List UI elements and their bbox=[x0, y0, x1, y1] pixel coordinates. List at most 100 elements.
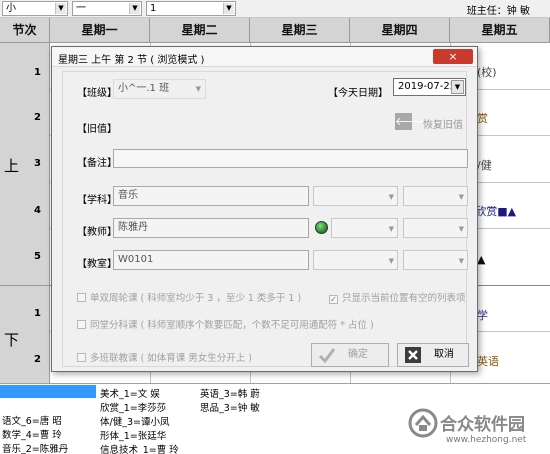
room-label: 【教室】 bbox=[77, 259, 117, 270]
arrow-left-icon: 🡐 bbox=[395, 113, 425, 130]
remark-label: 【备注】 bbox=[77, 158, 117, 169]
chevron-down-icon: ▼ bbox=[451, 80, 464, 94]
cancel-x-icon bbox=[405, 347, 421, 363]
checkmark-icon bbox=[318, 348, 336, 364]
room-field[interactable]: W0101 bbox=[113, 250, 309, 270]
period-number: 4 bbox=[34, 205, 41, 216]
cancel-button[interactable]: 取消 bbox=[397, 343, 469, 367]
checkbox-box bbox=[77, 320, 86, 329]
close-icon: × bbox=[448, 50, 458, 63]
dialog-title: 星期三 上午 第 2 节 ( 浏览模式 ) bbox=[58, 55, 205, 66]
chevron-down-icon: ▼ bbox=[388, 257, 394, 265]
period-number: 2 bbox=[34, 354, 41, 365]
legend-item[interactable]: 形体_1=张廷华 bbox=[100, 428, 166, 442]
same-class-split-checkbox[interactable]: 同堂分科课 ( 科师室顺序个数要匹配，个数不足可用通配符 * 占位 ) bbox=[77, 317, 374, 331]
head-teacher-label: 班主任：钟 敏 bbox=[466, 6, 530, 17]
multi-class-label: 多班联教课 ( 如体育课 男女生分开上 ) bbox=[90, 353, 252, 364]
checkbox-box bbox=[77, 353, 86, 362]
teacher-value: 陈雅丹 bbox=[118, 222, 148, 233]
grade-combo[interactable]: 一 ▼ bbox=[72, 1, 142, 16]
top-toolbar: 小 ▼ 一 ▼ 1 ▼ 班主任：钟 敏 bbox=[0, 0, 550, 18]
period-number: 1 bbox=[34, 308, 41, 319]
subject-field[interactable]: 音乐 bbox=[113, 186, 309, 206]
teacher-label: 【教师】 bbox=[77, 227, 117, 238]
legend-item[interactable]: 语文_6=唐 昭 bbox=[2, 413, 62, 427]
chevron-down-icon: ▼ bbox=[388, 225, 394, 233]
single-double-week-label: 单双周轮课 ( 科师室均少于 3 ，至少 1 类多于 1 ) bbox=[90, 293, 302, 304]
date-picker[interactable]: 2019-07-25 ▼ bbox=[393, 78, 466, 96]
teacher-field[interactable]: 陈雅丹 bbox=[113, 218, 309, 238]
period-number: 5 bbox=[34, 251, 41, 262]
show-empty-only-label: 只显示当前位置有空的列表项 bbox=[342, 293, 466, 304]
size-combo-value: 小 bbox=[6, 3, 16, 14]
confirm-label: 确定 bbox=[348, 349, 368, 360]
cancel-label: 取消 bbox=[434, 349, 454, 360]
teacher-dropdown-b[interactable]: ▼ bbox=[403, 218, 468, 238]
class-field-value: 小^一.1 班 bbox=[118, 83, 170, 94]
class-field[interactable]: 小^一.1 班 ▼ bbox=[113, 79, 206, 99]
chevron-down-icon: ▼ bbox=[55, 3, 66, 14]
watermark-url: www.hezhong.net bbox=[446, 435, 527, 445]
class-combo[interactable]: 1 ▼ bbox=[146, 1, 236, 16]
room-dropdown-a[interactable]: ▼ bbox=[313, 250, 398, 270]
period-number: 1 bbox=[34, 67, 41, 78]
same-class-split-label: 同堂分科课 ( 科师室顺序个数要匹配，个数不足可用通配符 * 占位 ) bbox=[90, 320, 374, 331]
subject-dropdown-a[interactable]: ▼ bbox=[313, 186, 398, 206]
period-column: 上 下 1 2 3 4 5 1 2 bbox=[0, 43, 50, 383]
afternoon-label: 下 bbox=[4, 331, 20, 349]
room-dropdown-b[interactable]: ▼ bbox=[403, 250, 468, 270]
header-monday: 星期一 bbox=[50, 18, 150, 43]
class-combo-value: 1 bbox=[150, 3, 157, 14]
header-friday: 星期五 bbox=[450, 18, 550, 43]
legend-selection[interactable] bbox=[0, 385, 96, 398]
size-combo[interactable]: 小 ▼ bbox=[2, 1, 68, 16]
period-number: 3 bbox=[34, 158, 41, 169]
chevron-down-icon: ▼ bbox=[458, 257, 464, 265]
legend-item[interactable]: 思品_3=钟 敏 bbox=[200, 400, 260, 414]
chevron-down-icon: ▼ bbox=[223, 3, 234, 14]
room-value: W0101 bbox=[118, 254, 154, 265]
legend-item[interactable]: 美术_1=文 娱 bbox=[100, 386, 160, 400]
app-window: 小 ▼ 一 ▼ 1 ▼ 班主任：钟 敏 节次 星期一 星期二 星期三 星期四 星… bbox=[0, 0, 550, 454]
legend-item[interactable]: 信息技术_1=曹 玲 bbox=[100, 442, 179, 454]
morning-label: 上 bbox=[4, 157, 20, 175]
date-value: 2019-07-25 bbox=[398, 81, 457, 92]
legend-item[interactable]: 音乐_2=陈雅丹 bbox=[2, 441, 68, 454]
legend-item[interactable]: 体/健_3=谭小凤 bbox=[100, 414, 169, 428]
dialog-titlebar[interactable]: 星期三 上午 第 2 节 ( 浏览模式 ) × bbox=[52, 47, 477, 67]
subject-value: 音乐 bbox=[118, 190, 138, 201]
header-wednesday: 星期三 bbox=[250, 18, 350, 43]
remark-field[interactable] bbox=[113, 149, 468, 168]
restore-old-label: 恢复旧值 bbox=[423, 120, 463, 131]
checkbox-box bbox=[77, 293, 86, 302]
header-period: 节次 bbox=[0, 18, 50, 43]
teacher-dropdown-a[interactable]: ▼ bbox=[331, 218, 398, 238]
confirm-button[interactable]: 确定 bbox=[311, 343, 389, 367]
watermark-brand: 合众软件园 bbox=[440, 415, 525, 435]
restore-old-button[interactable]: 🡐 恢复旧值 bbox=[393, 112, 465, 132]
checkbox-box: ✓ bbox=[329, 295, 338, 304]
legend-item[interactable]: 欣赏_1=李莎莎 bbox=[100, 400, 166, 414]
grid-line bbox=[0, 285, 50, 286]
old-value-label: 【旧值】 bbox=[77, 124, 117, 135]
class-label: 【班级】 bbox=[77, 88, 117, 99]
chevron-down-icon: ▼ bbox=[195, 85, 201, 93]
status-ok-icon bbox=[315, 221, 328, 234]
chevron-down-icon: ▼ bbox=[129, 3, 140, 14]
legend-item[interactable]: 数学_4=曹 玲 bbox=[2, 427, 62, 441]
lesson-dialog: 星期三 上午 第 2 节 ( 浏览模式 ) × 【班级】 小^一.1 班 ▼ 【… bbox=[51, 46, 478, 372]
legend-item[interactable]: 英语_3=韩 蔚 bbox=[200, 386, 260, 400]
show-empty-only-checkbox[interactable]: ✓ 只显示当前位置有空的列表项 bbox=[329, 290, 466, 304]
multi-class-checkbox[interactable]: 多班联教课 ( 如体育课 男女生分开上 ) bbox=[77, 350, 252, 364]
chevron-down-icon: ▼ bbox=[458, 193, 464, 201]
period-number: 2 bbox=[34, 112, 41, 123]
grade-combo-value: 一 bbox=[76, 3, 86, 14]
dialog-panel: 【班级】 小^一.1 班 ▼ 【今天日期】 2019-07-25 ▼ 【旧值】 … bbox=[62, 71, 469, 367]
header-thursday: 星期四 bbox=[350, 18, 450, 43]
watermark: 合众软件园 www.hezhong.net bbox=[408, 404, 548, 452]
today-date-label: 【今天日期】 bbox=[328, 88, 388, 99]
chevron-down-icon: ▼ bbox=[388, 193, 394, 201]
close-button[interactable]: × bbox=[433, 49, 473, 64]
single-double-week-checkbox[interactable]: 单双周轮课 ( 科师室均少于 3 ，至少 1 类多于 1 ) bbox=[77, 290, 301, 304]
subject-dropdown-b[interactable]: ▼ bbox=[403, 186, 468, 206]
